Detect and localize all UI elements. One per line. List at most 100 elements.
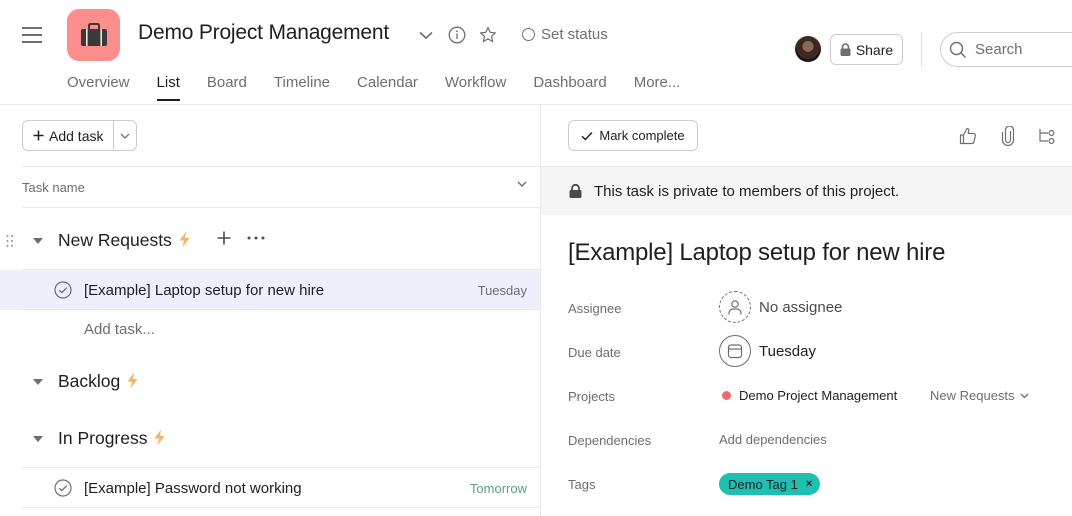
- lock-icon: [569, 184, 582, 198]
- tag-name: Demo Tag 1: [728, 476, 798, 492]
- tab-calendar[interactable]: Calendar: [357, 74, 418, 101]
- user-icon: [728, 300, 742, 315]
- due-date-icon-circle: [719, 335, 751, 367]
- search-icon: [949, 41, 967, 58]
- task-name-column-header[interactable]: Task name: [22, 166, 541, 208]
- collapse-caret-icon[interactable]: [33, 238, 43, 244]
- task-name: [Example] Laptop setup for new hire: [84, 282, 325, 299]
- tab-list[interactable]: List: [156, 74, 181, 101]
- search-placeholder: Search: [975, 41, 1023, 58]
- lock-icon: [840, 43, 851, 56]
- paperclip-icon: [1001, 126, 1015, 146]
- add-task-label: Add task: [49, 127, 104, 144]
- subtask-icon: [1039, 129, 1055, 144]
- subtasks-button[interactable]: [1036, 125, 1058, 147]
- info-icon: [448, 26, 466, 44]
- project-section-value: New Requests: [930, 388, 1015, 403]
- task-row[interactable]: [Example] Password not working Tomorrow: [0, 468, 540, 508]
- hamburger-icon-line: [22, 27, 42, 29]
- privacy-notice-text: This task is private to members of this …: [594, 182, 900, 200]
- assignee-label: Assignee: [568, 301, 622, 316]
- project-link[interactable]: Demo Project Management: [719, 388, 897, 403]
- task-name: [Example] Password not working: [84, 480, 302, 497]
- mark-complete-label: Mark complete: [599, 128, 685, 143]
- add-task-dropdown-button[interactable]: [114, 121, 136, 150]
- project-header: Demo Project Management Set status Overv…: [0, 0, 1072, 105]
- star-icon: [480, 26, 496, 43]
- lightning-bolt-icon[interactable]: [178, 231, 191, 248]
- tab-board[interactable]: Board: [207, 74, 247, 101]
- project-icon: [67, 9, 120, 61]
- like-button[interactable]: [957, 125, 979, 147]
- project-tabs: Overview List Board Timeline Calendar Wo…: [67, 74, 707, 101]
- header-divider: [921, 32, 922, 67]
- set-status-button[interactable]: Set status: [522, 26, 608, 43]
- project-title[interactable]: Demo Project Management: [138, 21, 389, 45]
- lightning-bolt-icon[interactable]: [126, 372, 139, 389]
- project-options-button[interactable]: [416, 25, 436, 45]
- drag-handle-icon[interactable]: [6, 234, 14, 248]
- collapse-caret-icon[interactable]: [33, 379, 43, 385]
- hamburger-icon-line: [22, 34, 42, 36]
- section-name: Backlog: [58, 371, 121, 391]
- user-avatar[interactable]: [795, 36, 821, 62]
- due-date-label: Due date: [568, 345, 621, 360]
- project-section-select[interactable]: New Requests: [930, 388, 1029, 403]
- tab-workflow[interactable]: Workflow: [445, 74, 506, 101]
- tab-more[interactable]: More...: [634, 74, 681, 101]
- task-due-date: Tomorrow: [469, 481, 527, 496]
- collapse-caret-icon[interactable]: [33, 436, 43, 442]
- briefcase-icon: [80, 23, 107, 46]
- dependencies-label: Dependencies: [568, 433, 652, 448]
- hamburger-icon-line: [22, 41, 42, 43]
- section-name: New Requests: [58, 230, 172, 250]
- set-status-label: Set status: [541, 26, 608, 43]
- tags-label: Tags: [568, 477, 596, 492]
- section-title[interactable]: Backlog: [58, 371, 139, 392]
- section-name: In Progress: [58, 428, 148, 448]
- thumbs-up-icon: [959, 127, 976, 145]
- complete-check-icon[interactable]: [54, 479, 72, 497]
- task-list-pane: Add task Task name New Requests [Example…: [0, 105, 541, 516]
- lightning-bolt-icon[interactable]: [153, 429, 166, 446]
- assignee-field[interactable]: No assignee: [719, 291, 842, 323]
- section-backlog: Backlog: [0, 367, 540, 397]
- add-dependencies-button[interactable]: Add dependencies: [719, 432, 827, 447]
- favorite-button[interactable]: [478, 25, 498, 45]
- chevron-down-icon[interactable]: [517, 181, 527, 187]
- section-in-progress: In Progress: [0, 424, 540, 454]
- assignee-value: No assignee: [759, 298, 843, 316]
- share-button[interactable]: Share: [830, 34, 903, 65]
- task-row[interactable]: [Example] Laptop setup for new hire Tues…: [0, 270, 540, 310]
- project-info-button[interactable]: [447, 25, 467, 45]
- tab-timeline[interactable]: Timeline: [274, 74, 330, 101]
- chevron-down-icon: [1020, 393, 1029, 398]
- add-task-to-section-icon[interactable]: [216, 230, 232, 246]
- mark-complete-button[interactable]: Mark complete: [568, 120, 698, 151]
- menu-toggle-button[interactable]: [22, 27, 42, 43]
- status-circle-icon: [522, 28, 535, 41]
- due-date-field[interactable]: Tuesday: [719, 335, 816, 367]
- assignee-placeholder-avatar: [719, 291, 751, 323]
- more-options-icon[interactable]: [246, 230, 266, 246]
- complete-check-icon[interactable]: [54, 281, 72, 299]
- task-detail-pane: Mark complete This task is private to me…: [541, 105, 1072, 516]
- section-new-requests: New Requests: [0, 226, 540, 256]
- privacy-notice-banner: This task is private to members of this …: [541, 166, 1072, 215]
- attach-button[interactable]: [997, 125, 1019, 147]
- projects-label: Projects: [568, 389, 615, 404]
- due-date-value: Tuesday: [759, 342, 816, 360]
- search-input[interactable]: Search: [940, 32, 1072, 67]
- task-due-date: Tuesday: [477, 283, 527, 298]
- task-title-input[interactable]: [Example] Laptop setup for new hire: [568, 239, 945, 267]
- add-task-split-button: Add task: [22, 120, 138, 151]
- section-title[interactable]: In Progress: [58, 428, 166, 449]
- add-task-button[interactable]: Add task: [23, 121, 115, 150]
- add-task-inline-input[interactable]: Add task...: [84, 321, 155, 338]
- tag-chip[interactable]: Demo Tag 1 ×: [719, 473, 821, 495]
- section-title[interactable]: New Requests: [58, 230, 191, 251]
- tab-overview[interactable]: Overview: [67, 74, 130, 101]
- tab-dashboard[interactable]: Dashboard: [533, 74, 606, 101]
- remove-tag-icon[interactable]: ×: [806, 478, 812, 490]
- project-name: Demo Project Management: [739, 388, 898, 403]
